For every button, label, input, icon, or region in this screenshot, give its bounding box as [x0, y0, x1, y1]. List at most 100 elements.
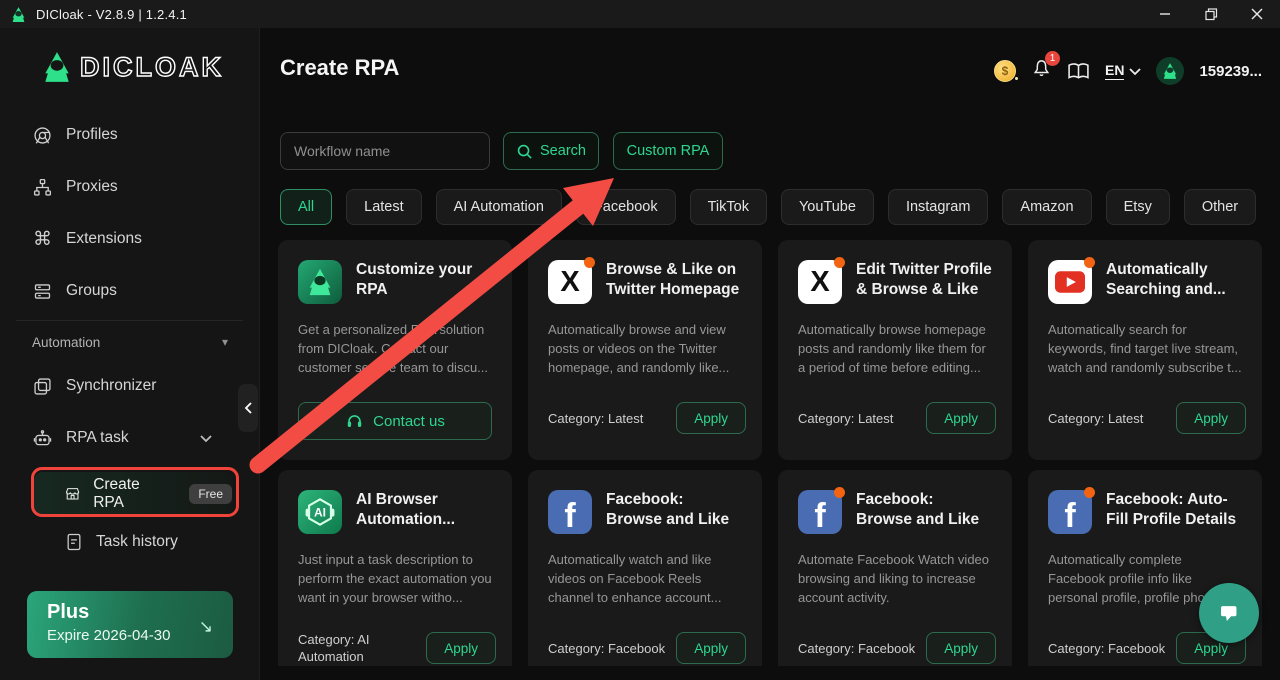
- rpa-card-customize: Customize your RPA Get a personalized RP…: [278, 240, 512, 460]
- custom-rpa-label: Custom RPA: [627, 143, 710, 159]
- x-twitter-icon: X: [548, 260, 592, 304]
- dicloak-mask-icon: [1161, 62, 1179, 80]
- rpa-card-youtube-search: Automatically Searching and... Automatic…: [1028, 240, 1262, 460]
- filter-facebook[interactable]: Facebook: [576, 189, 676, 225]
- card-title: Edit Twitter Profile & Browse & Like o..…: [856, 260, 992, 300]
- new-badge-dot: [834, 257, 845, 268]
- card-description: Get a personalized RPA solution from DIC…: [298, 320, 492, 377]
- sidebar-item-proxies[interactable]: Proxies: [32, 169, 232, 205]
- notification-badge: 1: [1045, 51, 1060, 66]
- filter-youtube[interactable]: YouTube: [781, 189, 874, 225]
- free-badge: Free: [189, 484, 232, 504]
- profiles-icon: [32, 125, 53, 146]
- robot-icon: [32, 428, 53, 449]
- account-avatar[interactable]: [1156, 57, 1184, 85]
- search-button[interactable]: Search: [503, 132, 599, 170]
- notifications-button[interactable]: 1: [1031, 58, 1052, 84]
- sidebar-collapse-button[interactable]: [238, 384, 258, 432]
- facebook-icon: f: [1048, 490, 1092, 534]
- filter-tiktok[interactable]: TikTok: [690, 189, 767, 225]
- restore-button[interactable]: [1188, 0, 1234, 28]
- chevron-down-icon: [200, 434, 212, 443]
- sidebar-item-synchronizer[interactable]: Synchronizer: [32, 368, 232, 404]
- dicloak-mask-icon: [40, 50, 74, 84]
- filter-instagram[interactable]: Instagram: [888, 189, 988, 225]
- contact-us-label: Contact us: [373, 413, 445, 430]
- apply-button[interactable]: Apply: [926, 402, 996, 434]
- svg-text:AI: AI: [314, 506, 326, 520]
- sidebar-item-create-rpa[interactable]: Create RPA Free: [34, 472, 232, 516]
- filter-all[interactable]: All: [280, 189, 332, 225]
- sidebar-item-label: Create RPA: [93, 476, 163, 512]
- new-badge-dot: [584, 257, 595, 268]
- card-category: Category: Latest: [1048, 410, 1143, 427]
- account-id: 159239...: [1199, 63, 1262, 80]
- language-selector[interactable]: EN: [1105, 62, 1141, 80]
- search-icon: [516, 143, 533, 160]
- ai-automation-icon: AI: [298, 490, 342, 534]
- rpa-card-facebook-videos: f Facebook: Browse and Like Videos i... …: [778, 470, 1012, 680]
- search-button-label: Search: [540, 143, 586, 159]
- dicloak-titlebar-icon: [10, 6, 27, 23]
- sidebar-item-label: RPA task: [66, 429, 129, 447]
- caret-down-icon: ▾: [222, 335, 228, 349]
- apply-button[interactable]: Apply: [676, 632, 746, 664]
- card-title: Browse & Like on Twitter Homepage: [606, 260, 742, 300]
- facebook-icon: f: [548, 490, 592, 534]
- x-twitter-icon: X: [798, 260, 842, 304]
- contact-us-button[interactable]: Contact us: [298, 402, 492, 440]
- card-title: Automatically Searching and...: [1106, 260, 1242, 300]
- apply-button[interactable]: Apply: [676, 402, 746, 434]
- filter-latest[interactable]: Latest: [346, 189, 422, 225]
- plus-subscription-card[interactable]: Plus Expire 2026-04-30 ↘: [27, 591, 233, 658]
- plus-expire-date: Expire 2026-04-30: [47, 627, 213, 644]
- arrow-down-right-icon: ↘: [199, 617, 213, 637]
- main-content: Create RPA $ 1 EN 159239... Search Custo…: [260, 28, 1280, 680]
- facebook-icon: f: [798, 490, 842, 534]
- sidebar-item-extensions[interactable]: ⌘ Extensions: [32, 221, 232, 257]
- sidebar-item-groups[interactable]: Groups: [32, 273, 232, 309]
- document-icon: [64, 532, 84, 552]
- card-description: Automatically browse homepage posts and …: [798, 320, 992, 377]
- sidebar-section-automation[interactable]: Automation ▾: [32, 328, 228, 356]
- apply-button[interactable]: Apply: [1176, 402, 1246, 434]
- workflow-name-input[interactable]: [280, 132, 490, 170]
- apply-button[interactable]: Apply: [426, 632, 496, 664]
- window-title: DICloak - V2.8.9 | 1.2.4.1: [36, 7, 187, 22]
- rpa-card-twitter-browse: X Browse & Like on Twitter Homepage Auto…: [528, 240, 762, 460]
- card-description: Just input a task description to perform…: [298, 550, 492, 607]
- card-category: Category: Facebook: [798, 640, 915, 657]
- filter-etsy[interactable]: Etsy: [1106, 189, 1170, 225]
- new-badge-dot: [1084, 257, 1095, 268]
- apply-button[interactable]: Apply: [926, 632, 996, 664]
- filter-other[interactable]: Other: [1184, 189, 1256, 225]
- language-code: EN: [1105, 62, 1124, 80]
- sidebar-item-rpa-task[interactable]: RPA task: [32, 420, 232, 456]
- headset-icon: [345, 412, 364, 431]
- card-title: Facebook: Browse and Like Videos i...: [856, 490, 992, 530]
- live-chat-button[interactable]: [1199, 583, 1259, 643]
- close-button[interactable]: [1234, 0, 1280, 28]
- card-title: Facebook: Auto-Fill Profile Details: [1106, 490, 1242, 530]
- minimize-button[interactable]: [1142, 0, 1188, 28]
- card-category: Category: Latest: [798, 410, 893, 427]
- custom-rpa-button[interactable]: Custom RPA: [613, 132, 723, 170]
- proxies-icon: [32, 177, 53, 198]
- card-description: Automatically search for keywords, find …: [1048, 320, 1242, 377]
- filter-ai-automation[interactable]: AI Automation: [436, 189, 562, 225]
- app-window: DICloak - V2.8.9 | 1.2.4.1 DICLOAK Profi…: [0, 0, 1280, 680]
- new-badge-dot: [1084, 487, 1095, 498]
- sidebar-item-profiles[interactable]: Profiles: [32, 117, 232, 153]
- docs-book-icon[interactable]: [1067, 62, 1090, 81]
- storefront-icon: [64, 484, 81, 504]
- card-title: AI Browser Automation...: [356, 490, 492, 530]
- sidebar-item-label: Synchronizer: [66, 377, 156, 395]
- plus-title: Plus: [47, 601, 213, 624]
- rpa-card-ai-browser: AI AI Browser Automation... Just input a…: [278, 470, 512, 680]
- coin-credits-icon[interactable]: $: [994, 60, 1016, 82]
- extensions-icon: ⌘: [32, 228, 53, 251]
- sidebar-item-task-history[interactable]: Task history: [34, 524, 232, 560]
- filter-amazon[interactable]: Amazon: [1002, 189, 1091, 225]
- card-title: Customize your RPA: [356, 260, 492, 300]
- synchronizer-icon: [32, 376, 53, 397]
